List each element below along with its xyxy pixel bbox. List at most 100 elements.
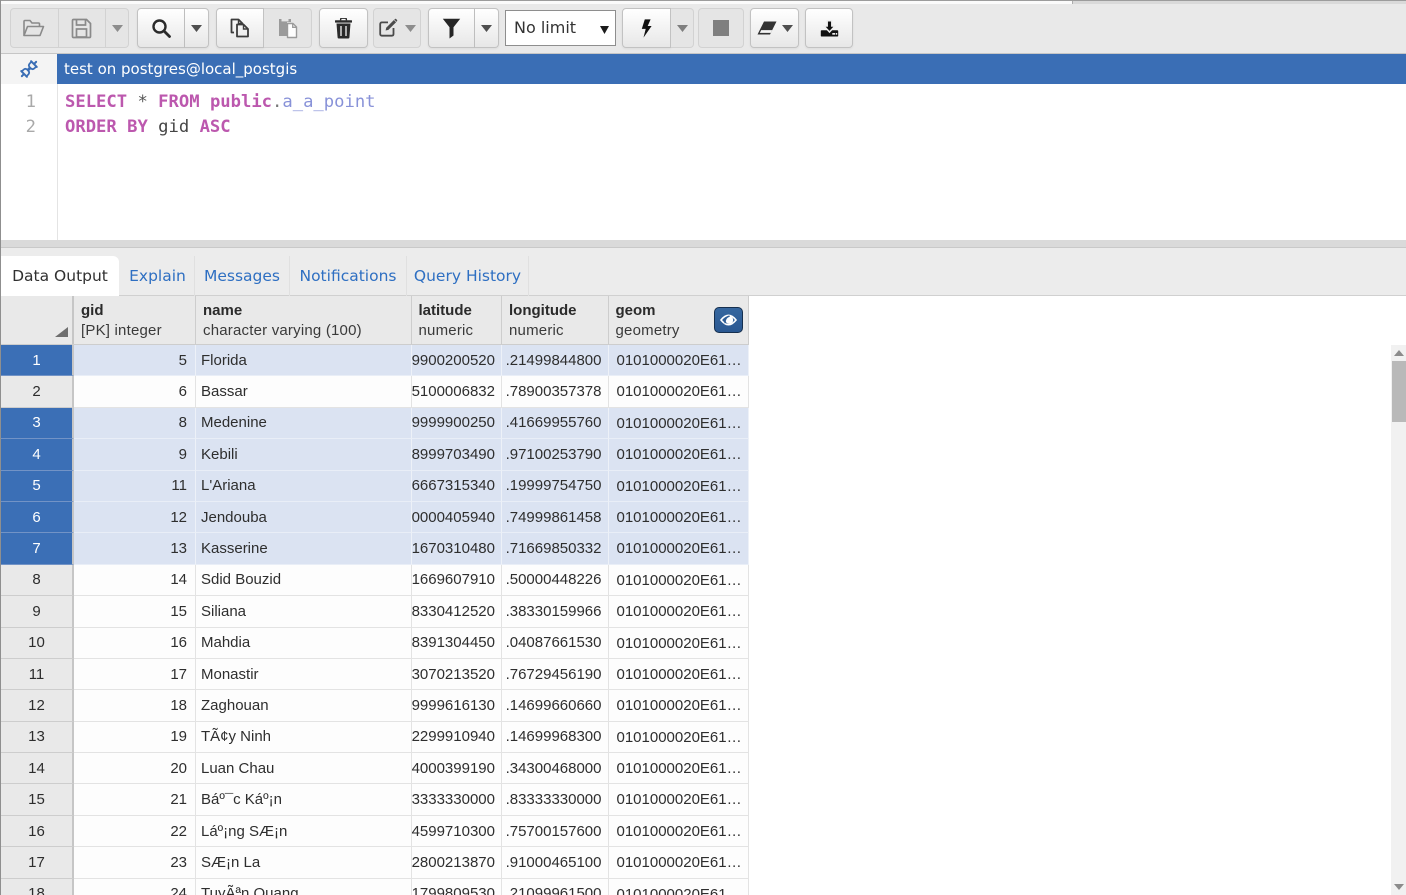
cell-gid[interactable]: 12 [74, 502, 196, 533]
cell-geom[interactable]: 0101000020E61… [609, 879, 750, 895]
cell-gid[interactable]: 15 [74, 596, 196, 627]
cell-latitude[interactable]: 0000405940 [412, 502, 503, 533]
cell-name[interactable]: TÃ¢y Ninh [196, 722, 412, 753]
edit-button[interactable] [373, 8, 421, 48]
cell-name[interactable]: SÆ¡n La [196, 847, 412, 878]
cell-geom[interactable]: 0101000020E61… [609, 722, 750, 753]
cell-geom[interactable]: 0101000020E61… [609, 471, 750, 502]
cell-geom[interactable]: 0101000020E61… [609, 816, 750, 847]
column-header-longitude[interactable]: longitudenumeric [502, 296, 609, 344]
scrollbar-thumb[interactable] [1392, 361, 1406, 422]
cell-name[interactable]: L'Ariana [196, 471, 412, 502]
cell-longitude[interactable]: .21499844800 [502, 345, 609, 376]
cell-gid[interactable]: 19 [74, 722, 196, 753]
cell-longitude[interactable]: .34300468000 [502, 753, 609, 784]
cell-gid[interactable]: 5 [74, 345, 196, 376]
download-button[interactable] [805, 8, 853, 48]
filter-button[interactable] [428, 8, 475, 48]
cell-gid[interactable]: 24 [74, 879, 196, 895]
cell-gid[interactable]: 21 [74, 784, 196, 815]
cell-longitude[interactable]: .75700157600 [502, 816, 609, 847]
scroll-down-icon[interactable] [1391, 879, 1406, 895]
cell-name[interactable]: Sdid Bouzid [196, 565, 412, 596]
cell-geom[interactable]: 0101000020E61… [609, 628, 750, 659]
find-options-button[interactable] [185, 8, 209, 48]
filter-options-button[interactable] [475, 8, 499, 48]
cell-latitude[interactable]: 4599710300 [412, 816, 503, 847]
cell-gid[interactable]: 16 [74, 628, 196, 659]
cell-gid[interactable]: 20 [74, 753, 196, 784]
cell-name[interactable]: Florida [196, 345, 412, 376]
tab-explain[interactable]: Explain [121, 256, 195, 296]
cell-gid[interactable]: 11 [74, 471, 196, 502]
cell-geom[interactable]: 0101000020E61… [609, 690, 750, 721]
cell-longitude[interactable]: .91000465100 [502, 847, 609, 878]
row-number-cell[interactable]: 13 [1, 722, 74, 753]
sql-editor[interactable]: 12 SELECT * FROM public.a_a_pointORDER B… [1, 84, 1406, 240]
cell-longitude[interactable]: .38330159966 [502, 596, 609, 627]
row-number-cell[interactable]: 10 [1, 628, 74, 659]
cell-name[interactable]: Medenine [196, 408, 412, 439]
cell-gid[interactable]: 13 [74, 533, 196, 564]
cell-latitude[interactable]: 3333330000 [412, 784, 503, 815]
row-number-cell[interactable]: 12 [1, 690, 74, 721]
cell-name[interactable]: Láº¡ng SÆ¡n [196, 816, 412, 847]
row-number-cell[interactable]: 11 [1, 659, 74, 690]
cell-longitude[interactable]: .83333330000 [502, 784, 609, 815]
cell-geom[interactable]: 0101000020E61… [609, 847, 750, 878]
column-header-latitude[interactable]: latitudenumeric [412, 296, 503, 344]
cell-name[interactable]: Jendouba [196, 502, 412, 533]
row-number-cell[interactable]: 3 [1, 408, 74, 439]
cell-longitude[interactable]: .41669955760 [502, 408, 609, 439]
row-number-cell[interactable]: 7 [1, 533, 74, 564]
cell-name[interactable]: Siliana [196, 596, 412, 627]
tab-data-output[interactable]: Data Output [1, 256, 119, 296]
row-number-cell[interactable]: 5 [1, 471, 74, 502]
tab-messages[interactable]: Messages [195, 256, 290, 296]
cell-longitude[interactable]: .78900357378 [502, 376, 609, 407]
cell-latitude[interactable]: 4000399190 [412, 753, 503, 784]
scroll-up-icon[interactable] [1391, 345, 1406, 361]
cell-longitude[interactable]: .19999754750 [502, 471, 609, 502]
cell-latitude[interactable]: 2800213870 [412, 847, 503, 878]
panel-splitter[interactable] [1, 240, 1406, 248]
row-number-cell[interactable]: 16 [1, 816, 74, 847]
cell-longitude[interactable]: .71669850332 [502, 533, 609, 564]
cell-gid[interactable]: 23 [74, 847, 196, 878]
cell-longitude[interactable]: .74999861458 [502, 502, 609, 533]
vertical-scrollbar[interactable] [1391, 345, 1406, 895]
row-number-cell[interactable]: 9 [1, 596, 74, 627]
cell-gid[interactable]: 14 [74, 565, 196, 596]
cell-geom[interactable]: 0101000020E61… [609, 408, 750, 439]
cell-name[interactable]: Kebili [196, 439, 412, 470]
row-number-cell[interactable]: 2 [1, 376, 74, 407]
cell-latitude[interactable]: 6667315340 [412, 471, 503, 502]
tab-query-history[interactable]: Query History [407, 256, 529, 296]
cell-name[interactable]: Zaghouan [196, 690, 412, 721]
column-header-name[interactable]: namecharacter varying (100) [196, 296, 412, 344]
cell-geom[interactable]: 0101000020E61… [609, 345, 750, 376]
cell-latitude[interactable]: 9999900250 [412, 408, 503, 439]
execute-button[interactable] [622, 8, 671, 48]
cell-geom[interactable]: 0101000020E61… [609, 376, 750, 407]
cell-name[interactable]: Monastir [196, 659, 412, 690]
find-button[interactable] [137, 8, 185, 48]
row-number-cell[interactable]: 14 [1, 753, 74, 784]
cell-longitude[interactable]: .76729456190 [502, 659, 609, 690]
delete-button[interactable] [319, 8, 368, 48]
cell-gid[interactable]: 17 [74, 659, 196, 690]
cell-longitude[interactable]: .14699968300 [502, 722, 609, 753]
paste-button[interactable] [264, 8, 312, 48]
cell-geom[interactable]: 0101000020E61… [609, 659, 750, 690]
row-number-cell[interactable]: 18 [1, 879, 74, 895]
cell-latitude[interactable]: 1669607910 [412, 565, 503, 596]
save-options-button[interactable] [106, 8, 129, 48]
cell-latitude[interactable]: 2299910940 [412, 722, 503, 753]
cell-name[interactable]: Luan Chau [196, 753, 412, 784]
row-limit-select[interactable]: No limit [505, 10, 616, 46]
cell-gid[interactable]: 18 [74, 690, 196, 721]
row-number-cell[interactable]: 4 [1, 439, 74, 470]
cell-gid[interactable]: 9 [74, 439, 196, 470]
cell-name[interactable]: Báº¯c Káº¡n [196, 784, 412, 815]
cell-gid[interactable]: 8 [74, 408, 196, 439]
